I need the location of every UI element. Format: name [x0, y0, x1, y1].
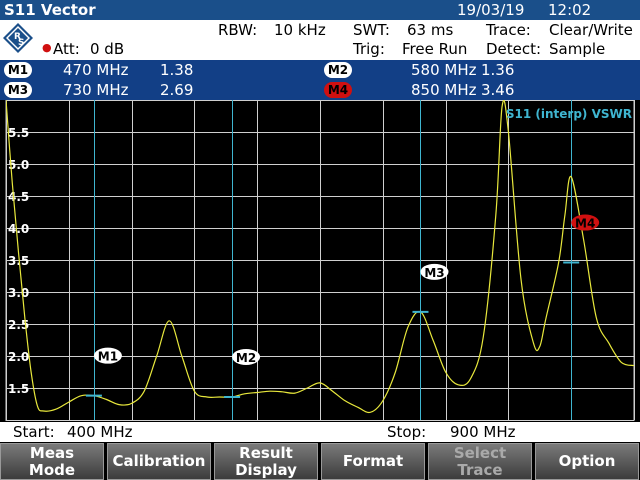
y-tick-label: 1.5	[8, 382, 29, 396]
option-button[interactable]: Option	[535, 443, 639, 480]
marker-value-m3: 2.69	[160, 81, 194, 99]
marker-freq-m2: 580 MHz	[411, 61, 477, 79]
y-tick-label: 4.0	[8, 222, 29, 236]
marker-freq-m1: 470 MHz	[63, 61, 129, 79]
marker-row-m3[interactable]: M3 730 MHz 2.69	[0, 80, 320, 100]
marker-freq-m3: 730 MHz	[63, 81, 129, 99]
title-bar: S11 Vector 19/03/19 12:02	[0, 0, 640, 20]
calibration-button[interactable]: Calibration	[107, 443, 211, 480]
svg-text:S: S	[18, 38, 24, 48]
detect-value: Sample	[549, 40, 606, 58]
marker-label-m1: M1	[98, 350, 118, 364]
y-tick-label: 2.0	[8, 350, 29, 364]
trig-value: Free Run	[402, 40, 468, 58]
marker-freq-m4: 850 MHz	[411, 81, 477, 99]
result-display-button[interactable]: Result Display	[214, 443, 318, 480]
marker-row-m2[interactable]: M2 580 MHz 1.36	[320, 60, 640, 80]
rohde-schwarz-logo-icon: R S	[3, 23, 33, 53]
marker-value-m1: 1.38	[160, 61, 194, 79]
y-tick-label: 3.0	[8, 286, 29, 300]
start-label: Start:	[13, 423, 55, 441]
start-value: 400 MHz	[67, 423, 133, 441]
swt-value: 63 ms	[407, 21, 454, 39]
trig-label: Trig:	[353, 40, 385, 58]
marker-label-m4: M4	[575, 217, 595, 231]
att-indicator-dot: ●	[42, 41, 52, 54]
trace-label: S11 (interp) VSWR	[506, 107, 632, 121]
marker-value-m2: 1.36	[481, 61, 515, 79]
marker-badge-m1: M1	[4, 62, 32, 78]
marker-row-m4[interactable]: M4 850 MHz 3.46	[320, 80, 640, 100]
detect-label: Detect:	[486, 40, 542, 58]
select-trace-button[interactable]: Select Trace	[428, 443, 532, 480]
vswr-plot[interactable]: 5.5 5.0 4.5 4.0 3.5 3.0 2.5 2.0 1.5 S11 (interp) …	[0, 100, 640, 422]
y-tick-label: 5.5	[8, 126, 29, 140]
stop-label: Stop:	[387, 423, 427, 441]
y-tick-label: 4.5	[8, 190, 29, 204]
settings-panel: R S RBW: 10 kHz SWT: 63 ms Trace: Clear/…	[0, 20, 640, 60]
date-readout: 19/03/19	[457, 1, 525, 19]
marker-label-m2: M2	[236, 351, 256, 365]
frequency-span-bar: Start: 400 MHz Stop: 900 MHz	[0, 422, 640, 442]
format-button[interactable]: Format	[321, 443, 425, 480]
marker-table: M1 470 MHz 1.38 M2 580 MHz 1.36 M3 730 M…	[0, 60, 640, 100]
rbw-label: RBW:	[218, 21, 258, 39]
att-label: Att:	[53, 40, 80, 58]
trace-label: Trace:	[486, 21, 531, 39]
meas-mode-button[interactable]: Meas Mode	[0, 443, 104, 480]
vswr-chart[interactable]: 5.55.04.54.03.53.02.52.01.5S11 (interp) …	[0, 100, 640, 422]
measurement-title: S11 Vector	[4, 1, 96, 19]
trace-value: Clear/Write	[549, 21, 633, 39]
marker-label-m3: M3	[424, 266, 444, 280]
softkey-bar: Meas Mode Calibration Result Display Forma…	[0, 442, 640, 480]
rbw-value: 10 kHz	[274, 21, 326, 39]
marker-value-m4: 3.46	[481, 81, 515, 99]
marker-row-m1[interactable]: M1 470 MHz 1.38	[0, 60, 320, 80]
stop-value: 900 MHz	[450, 423, 516, 441]
marker-badge-m4: M4	[324, 82, 352, 98]
att-value: 0 dB	[90, 40, 125, 58]
marker-badge-m2: M2	[324, 62, 352, 78]
time-readout: 12:02	[548, 1, 592, 19]
swt-label: SWT:	[353, 21, 390, 39]
marker-badge-m3: M3	[4, 82, 32, 98]
